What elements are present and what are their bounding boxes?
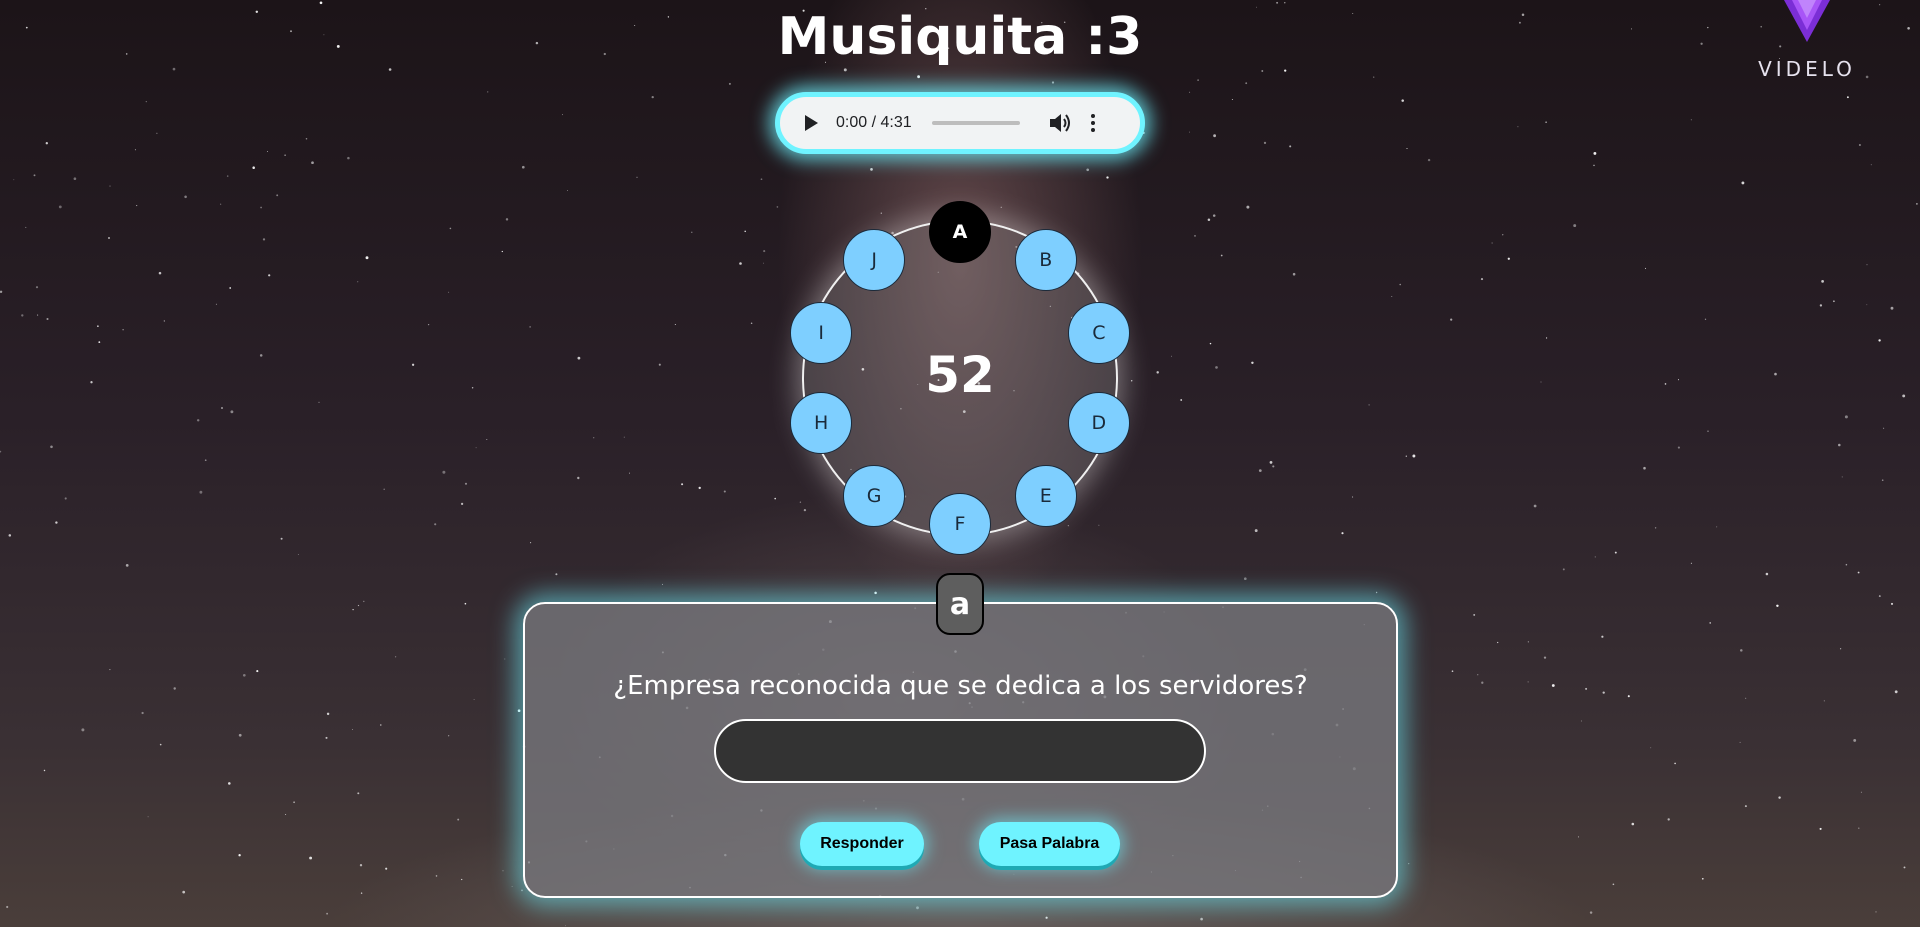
answer-input[interactable] <box>714 719 1206 783</box>
page-title: Musiquita :3 <box>777 7 1143 67</box>
letter-bubble-i[interactable]: I <box>790 301 853 364</box>
letter-bubble-g[interactable]: G <box>843 465 906 528</box>
pass-word-button[interactable]: Pasa Palabra <box>979 822 1120 866</box>
letter-bubble-c[interactable]: C <box>1067 301 1130 364</box>
more-vertical-icon[interactable] <box>1088 110 1098 136</box>
score-counter: 52 <box>925 346 995 404</box>
letter-bubble-d[interactable]: D <box>1067 392 1130 455</box>
letter-bubble-h[interactable]: H <box>790 392 853 455</box>
audio-progress-bar[interactable] <box>931 121 1020 125</box>
logo-text: VIDELO <box>1758 57 1856 81</box>
audio-player[interactable]: 0:00 / 4:31 <box>775 92 1145 154</box>
volume-icon[interactable] <box>1048 110 1074 136</box>
letter-bubble-b[interactable]: B <box>1014 228 1077 291</box>
videlo-v-logo-icon <box>1784 0 1830 42</box>
letter-bubble-j[interactable]: J <box>843 228 906 291</box>
question-text: ¿Empresa reconocida que se dedica a los … <box>613 671 1308 701</box>
answer-button[interactable]: Responder <box>800 822 924 866</box>
letter-bubble-f[interactable]: F <box>929 493 991 555</box>
letter-bubble-a[interactable]: A <box>929 201 991 263</box>
play-icon[interactable] <box>798 110 824 136</box>
videlo-logo[interactable]: VIDELO <box>1732 0 1882 85</box>
letter-bubble-e[interactable]: E <box>1014 465 1077 528</box>
audio-time: 0:00 / 4:31 <box>836 114 912 131</box>
current-letter-badge: a <box>936 573 984 635</box>
